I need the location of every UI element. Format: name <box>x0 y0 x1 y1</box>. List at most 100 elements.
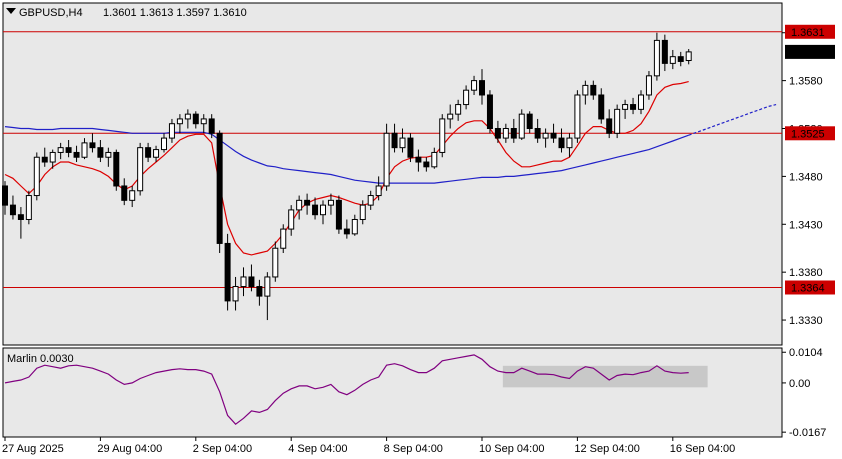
candle-body <box>121 185 128 201</box>
candle-body <box>669 56 676 64</box>
candle-body <box>590 84 597 96</box>
candle <box>486 90 493 134</box>
level-price-label: 1.3631 <box>785 24 835 39</box>
indicator-tick-label: 0.00 <box>789 378 810 390</box>
candle-body <box>200 118 207 125</box>
candle-body <box>256 286 263 297</box>
candle-body <box>630 104 637 110</box>
candle-body <box>653 39 660 77</box>
candle-body <box>168 123 175 139</box>
candle <box>33 152 40 201</box>
time-tick-label: 27 Aug 2025 <box>2 443 64 455</box>
time-tick-label: 8 Sep 04:00 <box>384 443 443 455</box>
candle-body <box>9 204 16 216</box>
price-label-text: 1.3631 <box>791 27 825 39</box>
candle-body <box>232 286 239 302</box>
candle <box>407 133 414 163</box>
candle <box>113 149 120 191</box>
candle <box>25 190 32 225</box>
candle-body <box>415 156 422 163</box>
candle-body <box>327 199 334 206</box>
candle-body <box>534 128 541 139</box>
price-tick-label: 1.3330 <box>789 315 823 327</box>
candle-body <box>447 113 454 120</box>
price-tick-label: 1.3380 <box>789 267 823 279</box>
candle-body <box>375 185 382 197</box>
candle-body <box>423 161 430 168</box>
candle-body <box>280 228 287 249</box>
candle-body <box>113 151 120 187</box>
time-tick-label: 12 Sep 04:00 <box>574 443 639 455</box>
candle-body <box>216 132 223 244</box>
candle-body <box>25 195 32 220</box>
candle-body <box>89 142 96 149</box>
candle-body <box>463 89 470 106</box>
price-tick-label: 1.3480 <box>789 171 823 183</box>
candle-body <box>677 56 684 62</box>
current-price-label: 1.3610 <box>785 44 835 59</box>
candle-body <box>176 118 183 125</box>
candle-body <box>2 185 8 206</box>
indicator-tick-label: -0.0167 <box>789 427 826 439</box>
candle-body <box>606 118 613 134</box>
candle <box>439 114 446 158</box>
candle-body <box>208 118 215 134</box>
candle-body <box>296 199 303 211</box>
price-axis: 1.36301.35801.35301.34801.34301.33801.33… <box>782 24 835 439</box>
candle-body <box>145 147 152 158</box>
candle-body <box>574 94 581 139</box>
candle-body <box>17 214 24 220</box>
candle-body <box>391 132 398 149</box>
candle-body <box>510 128 517 139</box>
candle-body <box>320 204 326 216</box>
candle-body <box>479 80 485 96</box>
candle-body <box>518 113 525 139</box>
candle <box>518 109 525 140</box>
candle <box>574 90 581 143</box>
candle-body <box>661 39 668 64</box>
candle-body <box>33 156 40 197</box>
candle <box>137 142 144 196</box>
candle-body <box>598 94 605 120</box>
candle <box>280 224 287 254</box>
candle-body <box>431 151 438 168</box>
candle-body <box>97 147 104 158</box>
candle-body <box>49 151 56 163</box>
time-tick-label: 2 Sep 04:00 <box>193 443 252 455</box>
candle-body <box>502 128 509 139</box>
price-label-text: 1.3364 <box>791 282 825 294</box>
candle <box>383 123 390 191</box>
candle-body <box>471 80 478 91</box>
candle <box>614 104 621 139</box>
candle-body <box>161 137 167 151</box>
candle-body <box>272 247 279 278</box>
candle-body <box>41 156 48 163</box>
price-tick-label: 1.3430 <box>789 219 823 231</box>
candle-body <box>240 276 247 288</box>
candle-body <box>614 108 621 134</box>
candle-body <box>407 137 414 158</box>
time-tick-label: 29 Aug 04:00 <box>97 443 162 455</box>
candle-body <box>65 147 72 153</box>
price-label-text: 1.3525 <box>791 128 825 140</box>
level-price-label: 1.3364 <box>785 280 835 295</box>
candle-body <box>153 149 160 158</box>
candle-body <box>343 228 350 235</box>
chart-title: GBPUSD,H4 <box>19 7 83 19</box>
candle-body <box>558 137 565 149</box>
candle-body <box>224 242 231 302</box>
price-label-text: 1.3610 <box>791 47 825 59</box>
candle-body <box>494 128 501 139</box>
candle-body <box>582 84 589 96</box>
indicator-tick-label: 0.0104 <box>789 347 823 359</box>
candle-body <box>192 113 199 125</box>
candle <box>224 233 231 311</box>
candle-body <box>399 137 406 149</box>
candle-body <box>184 113 191 120</box>
time-tick-label: 16 Sep 04:00 <box>670 443 735 455</box>
candle-body <box>566 137 573 149</box>
candle <box>645 71 652 100</box>
candle-body <box>57 147 64 153</box>
candle-body <box>288 209 295 230</box>
candle-body <box>526 113 533 130</box>
